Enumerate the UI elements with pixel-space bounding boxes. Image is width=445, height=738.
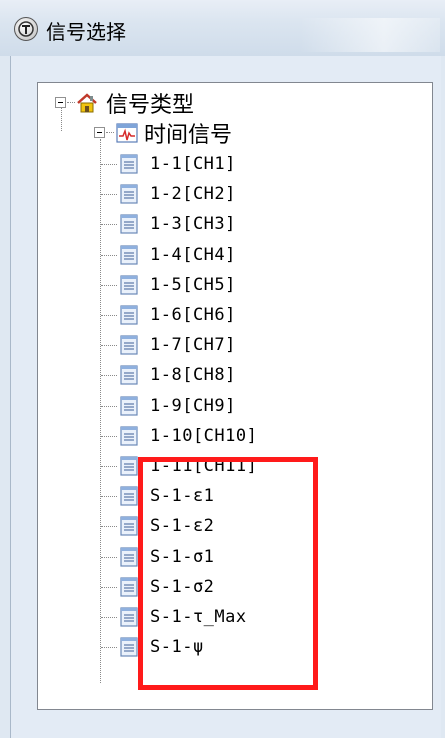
tree-leaf-label: 1-7[CH7] [150,335,236,355]
document-icon [120,335,138,355]
document-icon [120,456,138,476]
tree-leaf-label: 1-1[CH1] [150,154,236,174]
tree-connector [101,315,117,316]
group-collapse-toggle[interactable] [94,127,105,138]
window-title: 信号选择 [46,20,126,44]
document-icon [120,637,138,657]
tree-leaf-label: 1-10[CH10] [150,426,258,446]
tree-connector [101,194,117,195]
tree-leaf-item[interactable]: 1-10[CH10] [120,421,257,451]
document-icon [120,577,138,597]
document-icon [120,516,138,536]
document-icon [120,275,138,295]
tree-leaf-item[interactable]: 1-2[CH2] [120,179,236,209]
document-icon [120,365,138,385]
tree-connector [100,139,101,683]
tree-connector [101,647,117,648]
document-icon [120,184,138,204]
tree-connector [101,557,117,558]
tree-leaf-label: 1-8[CH8] [150,365,236,385]
tree-leaf-item[interactable]: 1-9[CH9] [120,391,236,421]
tree-connector [61,108,62,131]
title-glass-highlight [300,18,440,52]
document-icon [120,245,138,265]
tree-leaf-label: 1-4[CH4] [150,245,236,265]
tree-node-label: 信号类型 [106,93,195,118]
tree-leaf-label: 1-9[CH9] [150,396,236,416]
tree-connector [101,375,117,376]
document-icon [120,305,138,325]
tree-connector [101,496,117,497]
document-icon [120,486,138,506]
tree-leaf-label: 1-5[CH5] [150,275,236,295]
document-icon [120,426,138,446]
tree-connector [67,102,75,103]
tree-connector [101,617,117,618]
tree-connector [101,526,117,527]
tree-connector [106,132,114,133]
tree-connector [101,164,117,165]
tree-node-root[interactable]: 信号类型 [76,88,194,118]
tree-connector [101,587,117,588]
tree-connector [101,345,117,346]
document-icon [120,154,138,174]
tree-node-time-signal[interactable]: 时间信号 [116,118,232,148]
tree-leaf-item[interactable]: 1-5[CH5] [120,270,236,300]
tree-leaf-label: 1-2[CH2] [150,184,236,204]
tree-leaf-item[interactable]: 1-4[CH4] [120,240,236,270]
tree-leaf-item[interactable]: 1-1[CH1] [120,149,236,179]
tree-connector [101,255,117,256]
tree-connector [101,406,117,407]
tree-leaf-item[interactable]: 1-7[CH7] [120,330,236,360]
document-icon [120,396,138,416]
document-icon [120,547,138,567]
home-icon [76,92,98,114]
tree-leaf-label: 1-3[CH3] [150,214,236,234]
tree-leaf-item[interactable]: 1-3[CH3] [120,209,236,239]
tree-leaf-item[interactable]: 1-8[CH8] [120,360,236,390]
document-icon [120,607,138,627]
highlight-box [138,457,318,690]
waveform-icon [116,122,138,144]
document-icon [120,214,138,234]
app-icon [14,17,38,41]
tree-node-label: 时间信号 [144,123,233,148]
tree-connector [101,224,117,225]
tree-leaf-item[interactable]: 1-6[CH6] [120,300,236,330]
tree-leaf-label: 1-6[CH6] [150,305,236,325]
tree-connector [101,466,117,467]
title-bar: 信号选择 [0,0,445,56]
tree-connector [101,436,117,437]
root-collapse-toggle[interactable] [55,97,66,108]
tree-connector [101,285,117,286]
